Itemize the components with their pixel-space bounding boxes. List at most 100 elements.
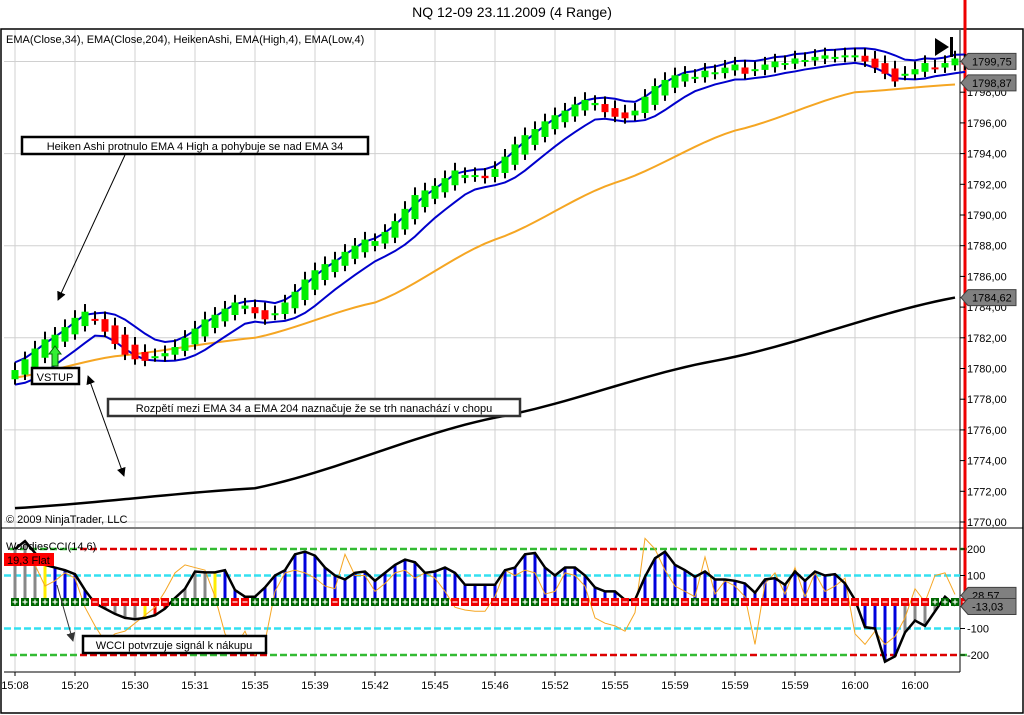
candle-body (571, 104, 579, 117)
candle-body (711, 72, 719, 75)
candle-body (351, 245, 359, 259)
candle-body (601, 104, 609, 113)
candle-body (121, 334, 129, 355)
candle-body (521, 135, 529, 155)
candle-body (231, 302, 239, 315)
candle-body (641, 96, 649, 113)
cci-tag: -13,03 (972, 601, 1003, 613)
candle-body (321, 264, 329, 280)
candle-body (381, 231, 389, 244)
candle-body (171, 347, 179, 355)
time-tick-label: 15:55 (601, 680, 629, 692)
spread-note-arrow (86, 375, 126, 477)
time-tick-label: 15:30 (121, 680, 149, 692)
candle-body (931, 67, 939, 70)
candle-body (141, 351, 149, 361)
price-indicator-label: EMA(Close,34), EMA(Close,204), HeikenAsh… (6, 34, 364, 46)
candle-body (41, 339, 49, 358)
candle-body (101, 319, 109, 332)
time-tick-label: 15:20 (61, 680, 89, 692)
candle-body (671, 75, 679, 88)
candle-body (421, 190, 429, 208)
candle-body (411, 195, 419, 220)
candle-body (291, 291, 299, 309)
candle-body (651, 86, 659, 105)
candle-body (441, 178, 449, 193)
ema34-line (14, 83, 956, 379)
candle-body (721, 67, 729, 74)
candle-body (541, 121, 549, 137)
time-tick-label: 15:45 (421, 680, 449, 692)
time-tick-label: 15:31 (181, 680, 209, 692)
chart-canvas[interactable]: 1770,00 1772,00 1774,00 1776,00 1778,00 1780,… (0, 0, 1024, 715)
candle-body (881, 63, 889, 74)
play-to-end-icon[interactable] (935, 37, 953, 57)
price-tag: 1784,62 (972, 293, 1012, 305)
time-tick-label: 15:08 (1, 680, 29, 692)
price-tick-label: 1788,00 (967, 241, 1007, 253)
candle-body (461, 175, 469, 178)
candle-body (661, 79, 669, 96)
candle-body (401, 208, 409, 230)
candle-body (71, 317, 79, 335)
spread-note-text: Rozpětí mezi EMA 34 a EMA 204 naznačuje … (136, 403, 493, 415)
candle-body (681, 73, 689, 82)
candle-body (791, 58, 799, 64)
candle-body (821, 55, 829, 59)
ema-low-4-line (14, 61, 966, 386)
candle-body (511, 144, 519, 165)
candle-body (691, 76, 699, 79)
candle-body (331, 259, 339, 273)
candle-body (701, 70, 709, 78)
cci-label: WoodiesCCI(14,6) (6, 541, 96, 553)
candle-body (911, 69, 919, 75)
candle-body (611, 108, 619, 117)
candle-body (241, 305, 249, 309)
time-tick-label: 15:59 (661, 680, 689, 692)
candle-body (731, 64, 739, 71)
candle-body (261, 310, 269, 320)
candle-body (631, 110, 639, 116)
price-tick-label: 1774,00 (967, 456, 1007, 468)
ema-high-4-line (14, 47, 966, 364)
candle-body (161, 353, 169, 357)
candle-body (281, 302, 289, 315)
price-tick-label: 1772,00 (967, 486, 1007, 498)
candle-body (221, 308, 229, 322)
candle-body (591, 102, 599, 106)
ha-note-text: Heiken Ashi protnulo EMA 4 High a pohybu… (47, 141, 344, 153)
cci-tick-label: -100 (967, 624, 989, 636)
cci-tick-label: 200 (967, 544, 985, 556)
candle-body (621, 112, 629, 119)
entry-text: VSTUP (37, 372, 74, 384)
candle-body (481, 175, 489, 179)
candle-body (851, 55, 859, 58)
heiken-ashi-candles (11, 47, 969, 385)
cci-tick-label: -200 (967, 650, 989, 662)
candle-body (301, 279, 309, 301)
candle-body (891, 68, 899, 82)
candle-body (801, 59, 809, 62)
candle-body (471, 175, 479, 178)
candle-body (761, 64, 769, 70)
price-tag: 1799,75 (972, 56, 1012, 68)
cci-badge: 19,3 Flat (7, 555, 50, 567)
candle-body (311, 270, 319, 290)
candle-body (151, 356, 159, 359)
candle-body (91, 318, 99, 321)
candle-body (921, 63, 929, 72)
candle-body (811, 56, 819, 61)
candle-body (341, 251, 349, 266)
candle-body (11, 370, 19, 380)
cci-histogram (13, 0, 967, 662)
candle-body (191, 328, 199, 345)
candle-body (21, 359, 29, 375)
candle-body (871, 58, 879, 68)
candle-body (271, 313, 279, 316)
candle-body (361, 239, 369, 253)
candle-body (201, 319, 209, 337)
price-tick-label: 1782,00 (967, 333, 1007, 345)
candle-body (181, 337, 189, 351)
time-tick-label: 15:42 (361, 680, 389, 692)
price-tick-label: 1770,00 (967, 517, 1007, 529)
